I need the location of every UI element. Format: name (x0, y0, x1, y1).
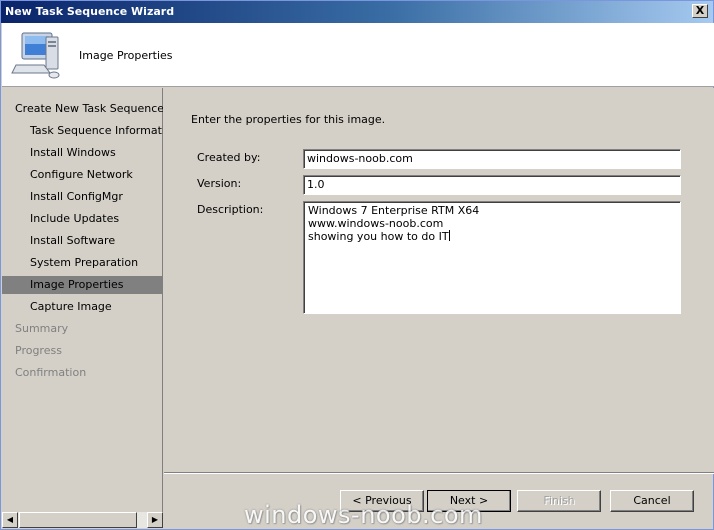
sidebar-item-create-new-task-sequence[interactable]: Create New Task Sequence (2, 100, 163, 118)
scroll-right-icon[interactable]: ▶ (147, 512, 163, 528)
window-title: New Task Sequence Wizard (5, 5, 175, 18)
description-label: Description: (197, 203, 264, 216)
scroll-left-icon[interactable]: ◀ (2, 512, 18, 528)
description-line: www.windows-noob.com (308, 217, 444, 230)
computer-icon (11, 32, 60, 79)
cancel-button[interactable]: Cancel (610, 490, 694, 512)
sidebar-item-summary: Summary (15, 322, 69, 335)
title-bar[interactable]: New Task Sequence Wizard X (1, 1, 713, 23)
sidebar-item-image-properties[interactable]: Image Properties (2, 276, 163, 294)
sidebar-item-install-configmgr[interactable]: Install ConfigMgr (2, 188, 163, 206)
created-by-label: Created by: (197, 151, 261, 164)
wizard-window: New Task Sequence Wizard X Image Propert… (0, 0, 714, 530)
wizard-content: Enter the properties for this image. Cre… (164, 88, 714, 472)
wizard-steps-sidebar: Create New Task Sequence Task Sequence I… (2, 88, 163, 514)
sidebar-item-task-sequence-information[interactable]: Task Sequence Information (2, 122, 163, 140)
scroll-thumb[interactable] (19, 512, 137, 528)
sidebar-item-install-software[interactable]: Install Software (2, 232, 163, 250)
version-label: Version: (197, 177, 242, 190)
intro-text: Enter the properties for this image. (191, 113, 386, 126)
description-textarea[interactable]: Windows 7 Enterprise RTM X64 www.windows… (303, 201, 681, 314)
description-line: Windows 7 Enterprise RTM X64 (308, 204, 480, 217)
version-field[interactable]: 1.0 (303, 175, 681, 195)
sidebar-item-configure-network[interactable]: Configure Network (2, 166, 163, 184)
description-line: showing you how to do IT (308, 230, 449, 243)
created-by-field[interactable]: windows-noob.com (303, 149, 681, 169)
sidebar-horizontal-scrollbar[interactable]: ◀ ▶ (2, 512, 163, 528)
close-button[interactable]: X (692, 4, 708, 18)
sidebar-item-system-preparation[interactable]: System Preparation (2, 254, 163, 272)
text-caret (448, 230, 450, 241)
sidebar-item-install-windows[interactable]: Install Windows (2, 144, 163, 162)
sidebar-item-include-updates[interactable]: Include Updates (2, 210, 163, 228)
wizard-header: Image Properties (2, 23, 714, 87)
sidebar-item-progress: Progress (15, 344, 62, 357)
footer-divider (164, 472, 714, 474)
watermark-text: windows-noob.com (244, 501, 483, 529)
sidebar-item-confirmation: Confirmation (15, 366, 87, 379)
page-title: Image Properties (79, 49, 173, 62)
finish-button: Finish (517, 490, 601, 512)
sidebar-item-capture-image[interactable]: Capture Image (2, 298, 163, 316)
